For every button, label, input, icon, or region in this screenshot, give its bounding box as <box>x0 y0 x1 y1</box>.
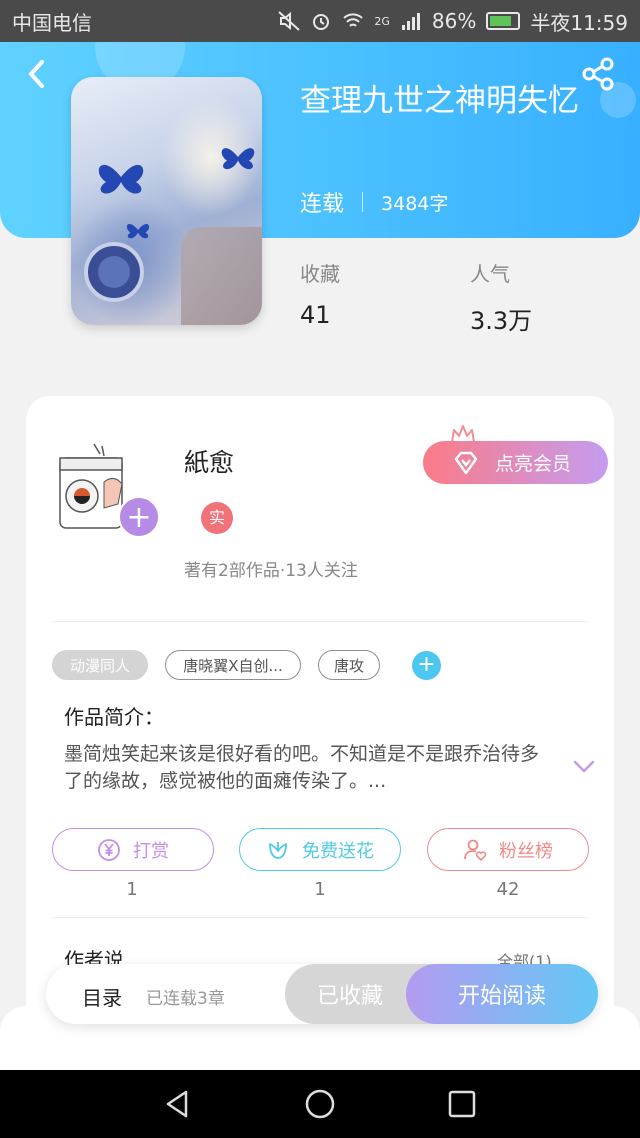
stat-value: 3.3万 <box>470 307 533 335</box>
tip-label: 打赏 <box>133 840 169 862</box>
battery-icon <box>486 12 521 30</box>
author-name[interactable]: 紙愈 <box>184 443 234 479</box>
book-status-row: 连载 3484字 <box>300 186 448 218</box>
flower-icon <box>269 841 287 859</box>
carrier-label: 中国电信 <box>12 10 92 35</box>
serial-status: 连载 <box>300 192 345 217</box>
tip-count: 1 <box>126 879 138 900</box>
status-bar: 中国电信 2G 86% 半夜11:59 <box>0 0 640 42</box>
yen-icon <box>98 838 120 861</box>
nav-back-icon[interactable] <box>162 1088 194 1120</box>
network-type: 2G <box>374 14 390 28</box>
clock: 半夜11:59 <box>530 10 628 35</box>
toc-button[interactable]: 目录 <box>82 982 122 1011</box>
back-icon[interactable] <box>22 58 54 90</box>
butterfly-image <box>221 148 255 170</box>
tag[interactable]: 动漫同人 <box>52 650 148 680</box>
alarm-icon <box>313 14 330 30</box>
divider <box>52 621 588 622</box>
nav-home-icon[interactable] <box>304 1088 336 1120</box>
fan-ranking-button[interactable]: 粉丝榜 <box>427 828 589 871</box>
flower-count: 1 <box>314 879 326 900</box>
stat-label: 收藏 <box>300 262 340 286</box>
book-title: 查理九世之神明失忆 <box>300 83 579 119</box>
start-reading-button[interactable]: 开始阅读 <box>406 964 598 1024</box>
intro-heading: 作品简介： <box>64 705 164 729</box>
stat-popularity: 人气 3.3万 <box>470 258 532 336</box>
tag[interactable]: 唐晓翼X自创... <box>165 650 301 680</box>
signal-icon <box>401 13 420 30</box>
battery-percent: 86% <box>431 9 477 33</box>
book-cover[interactable] <box>71 77 262 325</box>
user-heart-icon <box>464 839 487 861</box>
mute-icon <box>278 11 301 31</box>
fan-ranking-label: 粉丝榜 <box>499 840 553 862</box>
wifi-icon <box>343 13 364 27</box>
vip-button[interactable]: 点亮会员 <box>423 441 608 484</box>
author-meta: 著有2部作品·13人关注 <box>184 561 358 581</box>
tag[interactable]: 唐攻 <box>318 650 380 680</box>
butterfly-image <box>126 223 150 239</box>
send-flower-label: 免费送花 <box>302 840 374 862</box>
fan-count: 42 <box>496 879 520 900</box>
chapter-count: 已连载3章 <box>146 989 225 1009</box>
nav-recent-apps-icon[interactable] <box>446 1088 478 1120</box>
word-count: 3484字 <box>381 192 449 215</box>
verified-badge: 实 <box>201 502 233 534</box>
vip-button-label: 点亮会员 <box>495 453 572 475</box>
send-flower-button[interactable]: 免费送花 <box>239 828 401 871</box>
intro-text[interactable]: 墨简烛笑起来该是很好看的吧。不知道是不是跟乔治待多了的缘故，感觉被他的面瘫传染了… <box>64 741 554 795</box>
follow-author-button[interactable]: + <box>118 496 160 538</box>
add-tag-button[interactable]: + <box>412 651 441 680</box>
stat-value: 41 <box>300 301 331 329</box>
divider <box>362 192 364 212</box>
chevron-down-icon[interactable] <box>572 758 596 776</box>
diamond-icon <box>454 451 478 475</box>
stat-label: 人气 <box>470 262 510 286</box>
divider <box>52 917 588 918</box>
tip-button[interactable]: 打赏 <box>52 828 214 871</box>
stat-favorites: 收藏 41 <box>300 258 340 329</box>
butterfly-image <box>98 164 144 194</box>
